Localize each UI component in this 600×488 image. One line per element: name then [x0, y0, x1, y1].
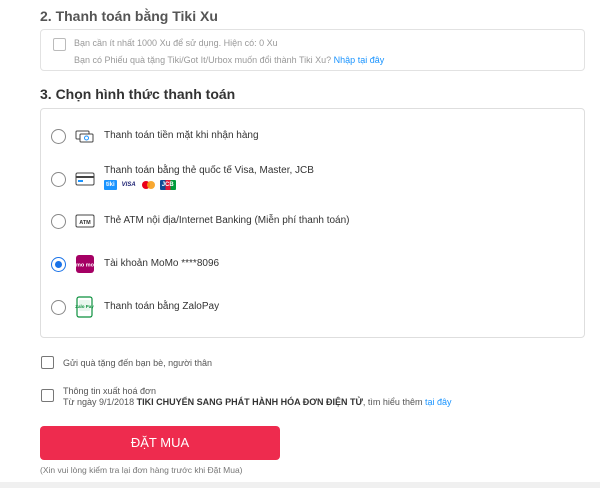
place-order-button[interactable]: ĐẶT MUA: [40, 426, 280, 460]
radio-cod[interactable]: [51, 129, 66, 144]
jcb-logo: JCB: [159, 180, 176, 190]
tiki-xu-checkbox[interactable]: [53, 38, 66, 51]
radio-momo[interactable]: [51, 257, 66, 272]
invoice-text: Từ ngày 9/1/2018: [63, 397, 135, 407]
payment-option-momo[interactable]: mo mo Tài khoản MoMo ****8096: [41, 249, 584, 279]
invoice-bold-text: TIKI CHUYỂN SANG PHÁT HÀNH HÓA ĐƠN ĐIỆN …: [136, 397, 363, 407]
invoice-link[interactable]: tại đây: [425, 397, 452, 407]
momo-icon: mo mo: [74, 253, 96, 275]
payment-option-atm[interactable]: ATM Thẻ ATM nội địa/Internet Banking (Mi…: [41, 206, 584, 236]
atm-icon: ATM: [74, 210, 96, 232]
payment-options-box: Thanh toán tiền mặt khi nhận hàng Thanh …: [40, 108, 585, 338]
tiki-xu-box: Bạn cần ít nhất 1000 Xu để sử dụng. Hiện…: [40, 29, 585, 71]
order-note: (Xin vui lòng kiểm tra lại đơn hàng trướ…: [40, 465, 243, 475]
cash-icon: [74, 125, 96, 147]
zalopay-label: Thanh toán bằng ZaloPay: [104, 301, 220, 312]
momo-label: Tài khoản MoMo ****8096: [104, 258, 220, 269]
radio-zalopay[interactable]: [51, 300, 66, 315]
atm-text: ATM: [79, 220, 91, 226]
card-logos: tiki VISA JCB: [104, 180, 176, 191]
visa-logo: VISA: [121, 182, 136, 188]
voucher-line: Bạn có Phiếu quà tặng Tiki/Got It/Urbox …: [74, 55, 384, 65]
bottom-divider: [0, 482, 600, 488]
mastercard-logo: [141, 180, 157, 190]
gift-checkbox[interactable]: [41, 356, 54, 369]
zalo-text: Zalo Pay: [75, 304, 94, 309]
invoice-notice: Từ ngày 9/1/2018 TIKI CHUYỂN SANG PHÁT H…: [63, 397, 452, 407]
tiki-xu-notice: Bạn cần ít nhất 1000 Xu để sử dụng. Hiện…: [74, 38, 278, 48]
cod-label: Thanh toán tiền mặt khi nhận hàng: [104, 130, 259, 141]
tiki-xu-title: 2. Thanh toán bằng Tiki Xu: [40, 8, 218, 24]
zalopay-icon: Zalo Pay: [74, 296, 96, 318]
payment-option-zalopay[interactable]: Zalo Pay Thanh toán bằng ZaloPay: [41, 292, 584, 322]
credit-card-icon: [74, 168, 96, 190]
invoice-checkbox[interactable]: [41, 389, 54, 402]
voucher-link[interactable]: Nhập tại đây: [334, 55, 385, 65]
payment-title: 3. Chọn hình thức thanh toán: [40, 86, 236, 102]
tiki-logo: tiki: [104, 180, 117, 190]
invoice-title: Thông tin xuất hoá đơn: [63, 386, 156, 396]
payment-option-intl-card[interactable]: Thanh toán bằng thẻ quốc tế Visa, Master…: [41, 164, 584, 194]
voucher-text: Bạn có Phiếu quà tặng Tiki/Got It/Urbox …: [74, 55, 332, 65]
momo-text: mo mo: [76, 263, 95, 269]
intl-card-label: Thanh toán bằng thẻ quốc tế Visa, Master…: [104, 165, 314, 176]
payment-option-cod[interactable]: Thanh toán tiền mặt khi nhận hàng: [41, 121, 584, 151]
invoice-more-text: , tìm hiểu thêm: [362, 397, 423, 407]
gift-label: Gửi quà tặng đến bạn bè, người thân: [63, 358, 213, 368]
atm-label: Thẻ ATM nội địa/Internet Banking (Miễn p…: [104, 215, 350, 226]
radio-intl-card[interactable]: [51, 172, 66, 187]
radio-atm[interactable]: [51, 214, 66, 229]
